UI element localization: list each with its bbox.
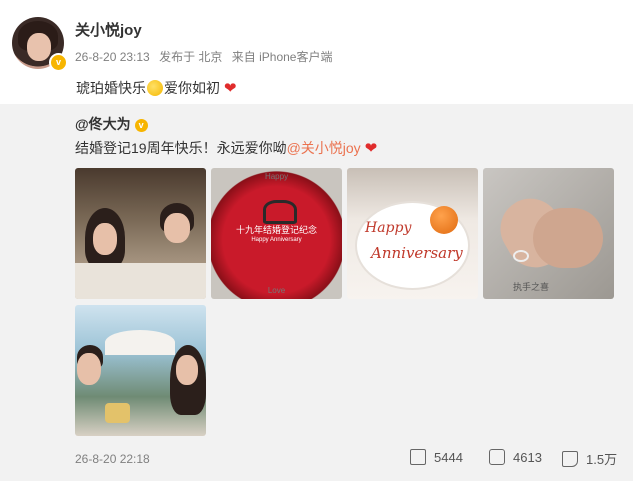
like-count[interactable]: 1.5万 — [562, 449, 617, 468]
person-face — [77, 353, 101, 385]
repost-text-body: 结婚登记19周年快乐！永远爱你呦 — [75, 140, 287, 156]
orange-fruit — [430, 206, 458, 234]
like-count-value: 1.5万 — [586, 452, 618, 467]
repost-text: 结婚登记19周年快乐！永远爱你呦@关小悦joy ❤ — [75, 138, 377, 158]
repost-icon — [410, 449, 426, 465]
source: 来自 iPhone客户端 — [231, 50, 333, 64]
verified-badge-icon: v — [134, 119, 148, 132]
username[interactable]: 关小悦joy — [75, 19, 142, 40]
cake — [105, 403, 130, 423]
photo-couple-restaurant[interactable] — [75, 168, 206, 299]
photo-anniversary-plate[interactable]: Happy Anniversary — [347, 168, 478, 299]
post-text: 琥珀婚快乐 爱你如初 ❤ — [70, 74, 243, 102]
repost-author[interactable]: @佟大为 v — [75, 114, 148, 134]
photo-roses-bouquet[interactable]: Happy 十九年结婚登记纪念 Happy Anniversary Love — [211, 168, 342, 299]
heart-icon: ❤ — [223, 80, 237, 97]
post-meta: 26-8-20 23:13 发布于 北京 来自 iPhone客户端 — [75, 48, 338, 65]
plate-script-happy: Happy — [365, 220, 412, 236]
umbrella — [105, 330, 175, 355]
comment-count-value: 4613 — [513, 450, 542, 465]
comment-icon — [489, 449, 505, 465]
ring — [513, 250, 529, 262]
timestamp[interactable]: 26-8-20 23:13 — [75, 50, 150, 64]
hand — [533, 208, 603, 268]
person-face — [176, 355, 198, 385]
heart-icon: ❤ — [364, 140, 378, 157]
like-icon — [562, 451, 578, 467]
person-face — [164, 213, 190, 243]
post-text-after: 爱你如初 — [164, 80, 220, 96]
hands-caption: 执手之喜 — [513, 282, 550, 292]
ribbon-bow — [263, 200, 297, 224]
repost-count[interactable]: 5444 — [410, 449, 463, 465]
repost-date[interactable]: 26-8-20 22:18 — [75, 452, 150, 466]
roses-card-text: 十九年结婚登记纪念 — [235, 225, 317, 235]
table — [75, 263, 206, 299]
repost-author-name[interactable]: @佟大为 — [75, 116, 131, 132]
location: 发布于 北京 — [159, 50, 223, 64]
photo-couple-outdoor[interactable] — [75, 305, 206, 436]
repost-container: @佟大为 v 结婚登记19周年快乐！永远爱你呦@关小悦joy ❤ Happy 十九… — [0, 104, 633, 481]
verified-badge-icon: v — [49, 53, 68, 72]
person-face — [93, 223, 117, 255]
post-text-before: 琥珀婚快乐 — [76, 80, 146, 96]
repost-count-value: 5444 — [434, 450, 463, 465]
smile-emoji-icon — [147, 80, 163, 96]
plate-script-anniversary: Anniversary — [371, 244, 463, 262]
mention-link[interactable]: @关小悦joy — [287, 140, 361, 156]
comment-count[interactable]: 4613 — [489, 449, 542, 465]
roses-card-subtext: Happy Anniversary — [251, 237, 302, 243]
avatar-face — [27, 33, 51, 61]
roses-bottom-text: Love — [267, 286, 286, 295]
photo-holding-hands[interactable]: 执手之喜 — [483, 168, 614, 299]
roses-top-text: Happy — [264, 172, 289, 181]
